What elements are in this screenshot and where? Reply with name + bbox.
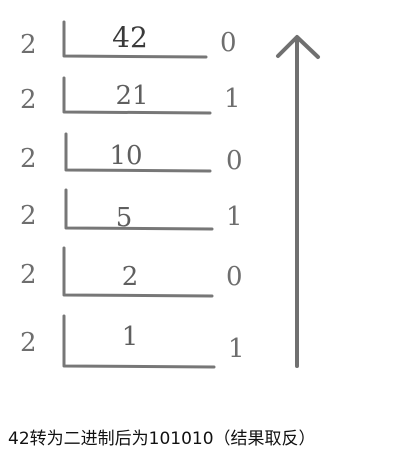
remainder: 0 <box>226 146 243 176</box>
quotient: 1 <box>121 322 139 352</box>
remainder: 1 <box>224 84 241 114</box>
divisor: 2 <box>20 201 37 231</box>
divisor: 2 <box>20 260 37 290</box>
division-diagram: 2 42 0 2 21 1 2 10 0 2 5 1 2 2 0 2 1 1 4… <box>0 0 412 464</box>
divisor: 2 <box>20 144 37 174</box>
quotient: 42 <box>112 21 148 54</box>
division-lines-and-arrow <box>62 20 320 369</box>
quotient: 2 <box>121 262 139 292</box>
quotient: 21 <box>115 81 149 111</box>
divisor: 2 <box>20 85 37 115</box>
up-arrow-icon <box>276 35 320 368</box>
remainder: 0 <box>226 262 243 292</box>
remainder: 1 <box>226 202 243 232</box>
remainder: 0 <box>220 28 237 58</box>
divisor: 2 <box>20 30 37 60</box>
quotient: 10 <box>109 141 143 171</box>
quotient: 5 <box>115 203 133 233</box>
remainder: 1 <box>228 334 245 364</box>
divisor: 2 <box>20 328 37 358</box>
result-caption: 42转为二进制后为101010（结果取反） <box>8 429 316 449</box>
